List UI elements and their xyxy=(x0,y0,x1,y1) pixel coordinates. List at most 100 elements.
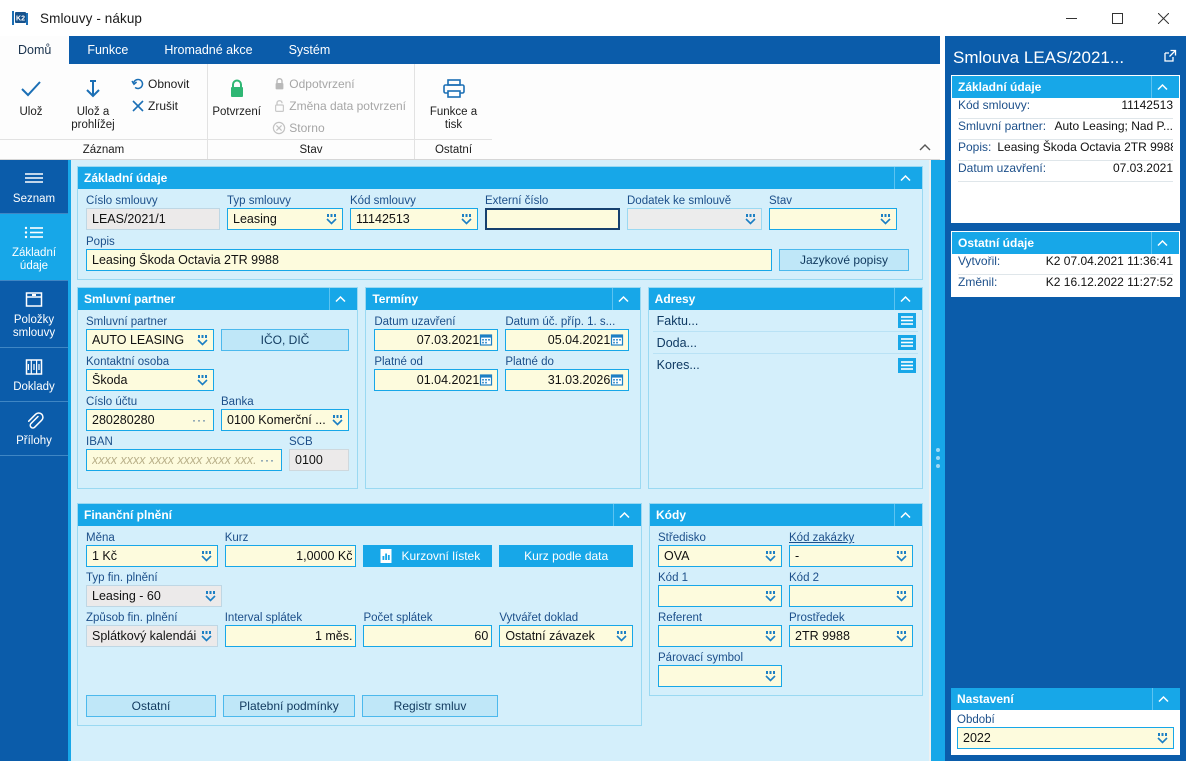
calendar-icon[interactable] xyxy=(610,333,625,347)
chevron-down-icon[interactable] xyxy=(894,629,909,643)
chevron-up-icon[interactable] xyxy=(918,142,932,156)
field-kod-zakazky-input[interactable]: - xyxy=(789,545,913,567)
field-kontaktni-osoba-input[interactable]: Škoda xyxy=(86,369,214,391)
field-popis-input[interactable]: Leasing Škoda Octavia 2TR 9988 xyxy=(86,249,772,271)
save-button[interactable]: Ulož xyxy=(0,70,62,119)
field-stredisko-input[interactable]: OVA xyxy=(658,545,782,567)
field-interval-splatek-input[interactable]: 1 měs. xyxy=(224,625,357,647)
calendar-icon[interactable] xyxy=(479,333,494,347)
ostatni-button[interactable]: Ostatní xyxy=(86,695,216,717)
jazykove-popisy-button[interactable]: Jazykové popisy xyxy=(779,249,909,271)
field-smluvni-partner-input[interactable]: AUTO LEASING xyxy=(86,329,214,351)
field-datum-uc-prip-input[interactable]: 05.04.2021 xyxy=(505,329,630,351)
chevron-up-icon[interactable] xyxy=(611,288,634,310)
sidebar-item-polozky-smlouvy[interactable]: Položky smlouvy xyxy=(0,281,68,348)
chevron-down-icon[interactable] xyxy=(195,333,210,347)
close-icon[interactable] xyxy=(1140,0,1186,36)
chevron-down-icon[interactable] xyxy=(878,212,893,226)
field-pocet-splatek-input[interactable]: 60 xyxy=(363,625,493,647)
address-row-korespondencni[interactable]: Kores... xyxy=(653,354,918,376)
save-and-browse-button[interactable]: Ulož a prohlížej xyxy=(62,70,124,132)
chevron-up-icon[interactable] xyxy=(329,288,351,310)
external-link-icon[interactable] xyxy=(1162,48,1178,69)
right-panel-zakladni-udaje-header[interactable]: Základní údaje xyxy=(952,76,1179,98)
chevron-up-icon[interactable] xyxy=(894,504,916,526)
field-kurz-input[interactable]: 1,0000 Kč xyxy=(224,545,357,567)
field-stav-input[interactable] xyxy=(769,208,897,230)
chevron-down-icon[interactable] xyxy=(199,629,214,643)
address-row-dodaci[interactable]: Doda... xyxy=(652,332,919,354)
panel-kody-header[interactable]: Kódy xyxy=(650,504,922,526)
field-datum-uzavreni-input[interactable]: 07.03.2021 xyxy=(374,329,499,351)
chevron-down-icon[interactable] xyxy=(763,629,778,643)
chevron-down-icon[interactable] xyxy=(894,589,909,603)
chevron-up-icon[interactable] xyxy=(613,504,635,526)
panel-adresy-header[interactable]: Adresy xyxy=(648,288,923,310)
field-referent-input[interactable] xyxy=(658,625,782,647)
field-platne-od-input[interactable]: 01.04.2021 xyxy=(374,369,499,391)
cancel-button[interactable]: Zrušit xyxy=(124,95,197,117)
chevron-down-icon[interactable] xyxy=(324,212,339,226)
field-zpusob-fin-plneni-input[interactable]: Splátkový kalendái xyxy=(86,625,218,647)
address-row-fakturacni[interactable]: Faktu... xyxy=(652,310,919,332)
field-externi-cislo-input[interactable] xyxy=(485,208,620,230)
field-mena-input[interactable]: 1 Kč xyxy=(86,545,218,567)
chevron-up-icon[interactable] xyxy=(1151,76,1173,98)
right-panel-ostatni-udaje-header[interactable]: Ostatní údaje xyxy=(952,232,1179,254)
chevron-down-icon[interactable] xyxy=(894,549,909,563)
tab-domu[interactable]: Domů xyxy=(0,36,70,64)
field-banka-input[interactable]: 0100 Komerční ... xyxy=(221,409,349,431)
sidebar-item-prilohy[interactable]: Přílohy xyxy=(0,402,68,456)
sidebar-item-zakladni-udaje[interactable]: Základní údaje xyxy=(0,214,68,281)
ico-dic-button[interactable]: IČO, DIČ xyxy=(221,329,349,351)
chevron-down-icon[interactable] xyxy=(199,549,214,563)
potvrzeni-button[interactable]: Potvrzení xyxy=(208,70,265,119)
field-kod-1-input[interactable] xyxy=(658,585,782,607)
tab-system[interactable]: Systém xyxy=(271,36,349,64)
chevron-down-icon[interactable] xyxy=(763,549,778,563)
field-iban-input[interactable]: xxxx xxxx xxxx xxxx xxxx xxx... ··· xyxy=(86,449,282,471)
panel-financni-plneni-header[interactable]: Finanční plnění xyxy=(78,504,641,526)
field-cislo-uctu-input[interactable]: 280280280 ··· xyxy=(86,409,214,431)
field-kod-2-input[interactable] xyxy=(789,585,913,607)
calendar-icon[interactable] xyxy=(479,373,494,387)
chevron-up-icon[interactable] xyxy=(1151,232,1173,254)
chevron-down-icon[interactable] xyxy=(1155,731,1170,745)
field-typ-fin-plneni-input[interactable]: Leasing - 60 xyxy=(86,585,222,607)
chevron-down-icon[interactable] xyxy=(195,373,210,387)
address-lines-icon[interactable] xyxy=(898,357,917,373)
field-prostredek-input[interactable]: 2TR 9988 xyxy=(789,625,913,647)
kurz-podle-data-button[interactable]: Kurz podle data xyxy=(499,545,633,567)
funkce-a-tisk-button[interactable]: Funkce a tisk xyxy=(423,70,485,132)
chevron-down-icon[interactable] xyxy=(330,413,345,427)
field-typ-smlouvy-input[interactable]: Leasing xyxy=(227,208,343,230)
panel-smluvni-partner-header[interactable]: Smluvní partner xyxy=(78,288,358,310)
chevron-up-icon[interactable] xyxy=(894,288,916,310)
panel-zakladni-udaje-header[interactable]: Základní údaje xyxy=(78,167,922,189)
kurzovni-listek-button[interactable]: Kurzovní lístek xyxy=(363,545,493,567)
panel-terminy-header[interactable]: Termíny xyxy=(366,288,640,310)
registr-smluv-button[interactable]: Registr smluv xyxy=(362,695,498,717)
sidebar-item-seznam[interactable]: Seznam xyxy=(0,160,68,214)
minimize-icon[interactable] xyxy=(1048,0,1094,36)
maximize-icon[interactable] xyxy=(1094,0,1140,36)
sidebar-item-doklady[interactable]: Doklady xyxy=(0,348,68,402)
address-lines-icon[interactable] xyxy=(898,313,917,328)
ellipsis-icon[interactable]: ··· xyxy=(189,413,210,427)
chevron-down-icon[interactable] xyxy=(203,589,218,603)
field-kod-smlouvy-input[interactable]: 11142513 xyxy=(350,208,478,230)
field-vytvaret-doklad-input[interactable]: Ostatní závazek xyxy=(499,625,633,647)
chevron-down-icon[interactable] xyxy=(614,629,629,643)
tab-funkce[interactable]: Funkce xyxy=(69,36,146,64)
right-panel-nastaveni-header[interactable]: Nastavení xyxy=(951,688,1180,710)
field-parovaci-symbol-input[interactable] xyxy=(658,665,782,687)
chevron-down-icon[interactable] xyxy=(763,589,778,603)
chevron-down-icon[interactable] xyxy=(763,669,778,683)
chevron-down-icon[interactable] xyxy=(459,212,474,226)
tab-hromadne-akce[interactable]: Hromadné akce xyxy=(146,36,270,64)
chevron-up-icon[interactable] xyxy=(894,167,916,189)
ellipsis-icon[interactable]: ··· xyxy=(257,453,278,467)
refresh-button[interactable]: Obnovit xyxy=(124,73,197,95)
platebni-podminky-button[interactable]: Platební podmínky xyxy=(223,695,355,717)
field-platne-do-input[interactable]: 31.03.2026 xyxy=(505,369,630,391)
